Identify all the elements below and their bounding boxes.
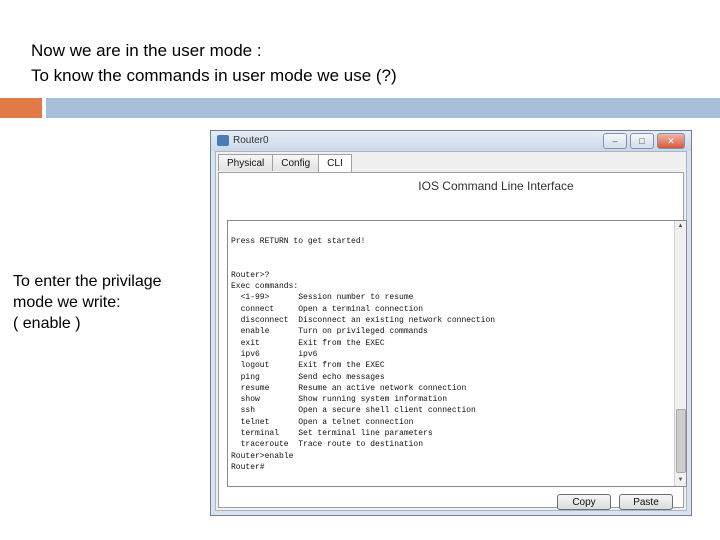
window-client: Physical Config CLI IOS Command Line Int… [215,151,687,511]
tab-cli[interactable]: CLI [318,154,352,173]
terminal-scrollbar[interactable]: ▲ ▼ [674,221,686,486]
note-line-1: To enter the privilage [13,273,162,290]
minimize-button[interactable]: – [603,133,627,149]
maximize-button[interactable]: □ [630,133,654,149]
router-window: Router0 – □ ✕ Physical Config CLI IOS Co… [210,130,692,516]
scroll-down-arrow-icon[interactable]: ▼ [675,475,686,486]
router-icon [217,135,229,146]
copy-button[interactable]: Copy [557,494,611,510]
side-note: To enter the privilage mode we write: ( … [13,271,162,334]
scroll-up-arrow-icon[interactable]: ▲ [675,221,686,232]
window-controls: – □ ✕ [603,133,685,149]
scroll-thumb[interactable] [676,409,686,473]
panel-heading: IOS Command Line Interface [418,179,574,193]
tab-config[interactable]: Config [272,154,320,171]
slide-heading: Now we are in the user mode : To know th… [31,38,397,88]
terminal-console[interactable]: Press RETURN to get started! Router>? Ex… [227,220,687,487]
heading-line-2: To know the commands in user mode we use… [31,66,397,85]
accent-bar-orange [0,98,42,118]
tab-physical[interactable]: Physical [218,154,274,171]
paste-button[interactable]: Paste [619,494,673,510]
note-line-2: mode we write: [13,294,121,311]
note-line-3: ( enable ) [13,315,81,332]
close-button[interactable]: ✕ [657,133,685,149]
accent-bar-blue [46,98,720,118]
heading-line-1: Now we are in the user mode : [31,41,262,60]
tab-bar: Physical Config CLI [218,154,352,173]
window-titlebar[interactable]: Router0 – □ ✕ [211,131,691,151]
window-title: Router0 [233,135,269,146]
terminal-output: Press RETURN to get started! Router>? Ex… [231,237,496,472]
cli-panel: IOS Command Line Interface Press RETURN … [218,172,687,510]
